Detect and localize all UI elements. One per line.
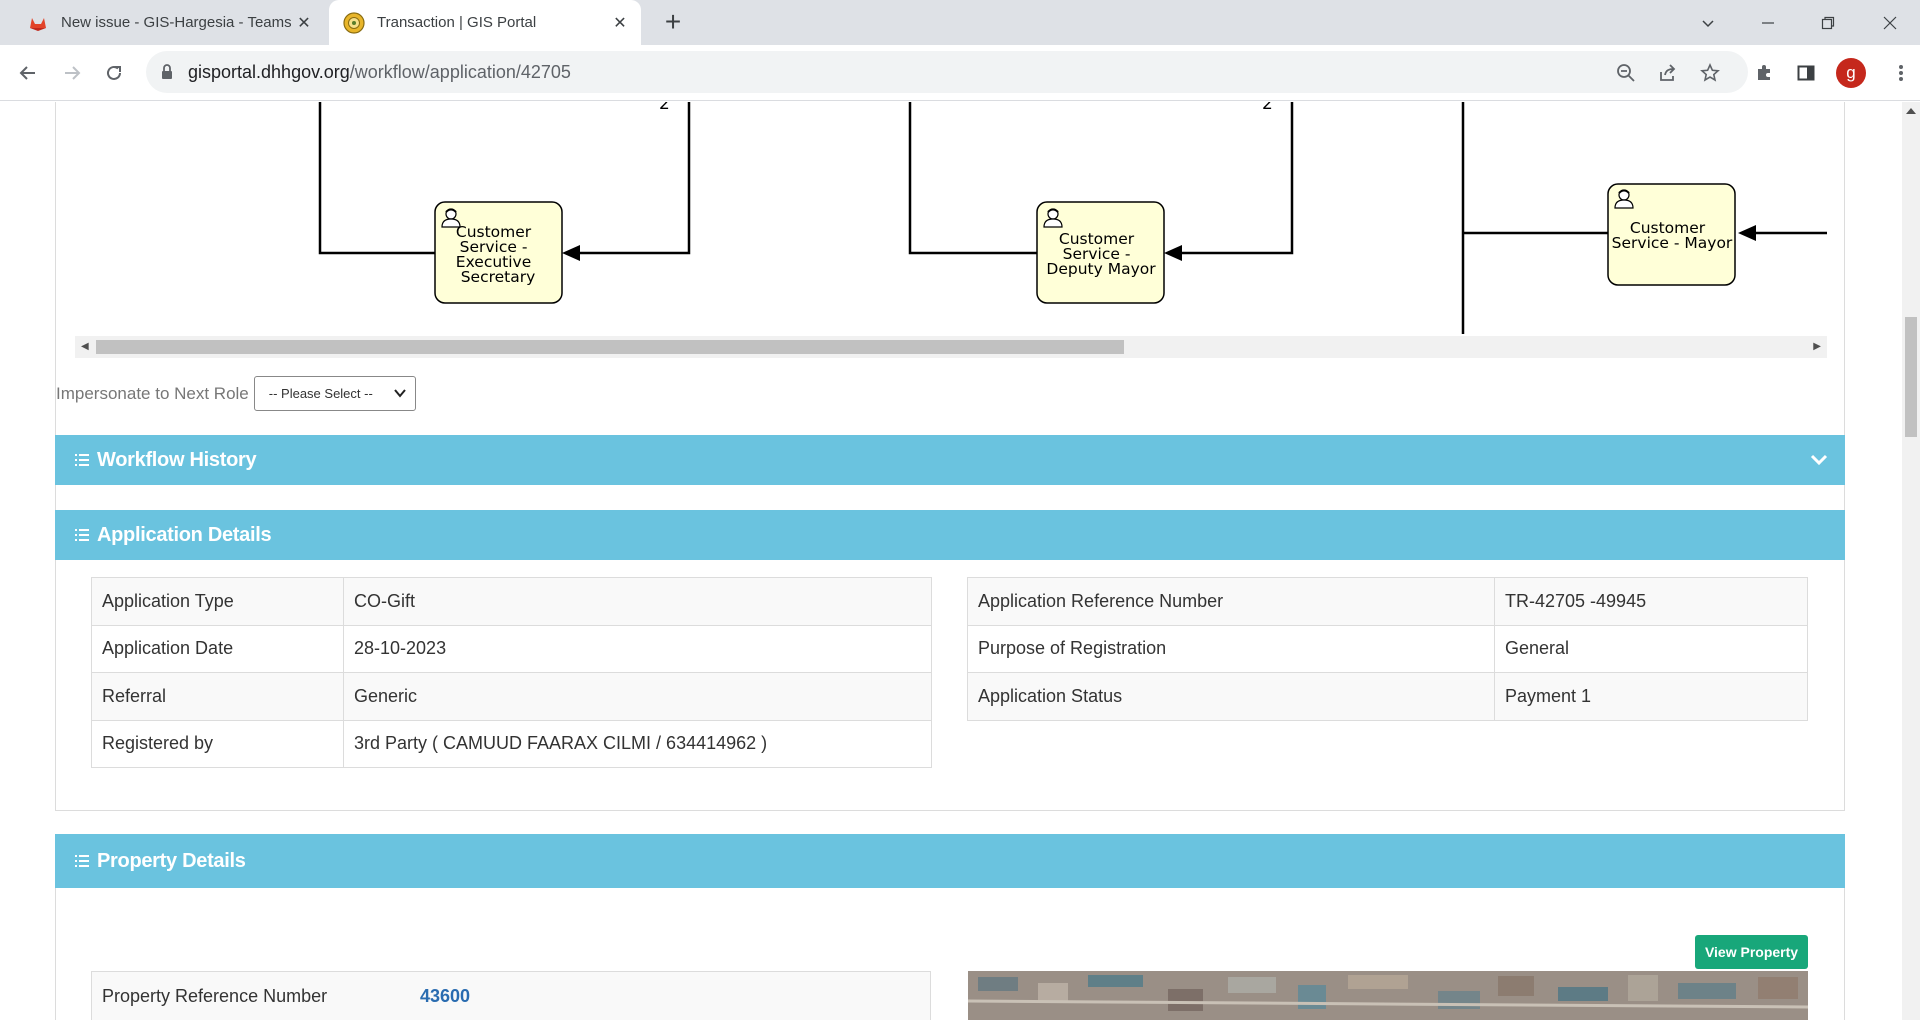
lock-icon xyxy=(162,64,172,79)
tab-gis-portal[interactable]: Transaction | GIS Portal ✕ xyxy=(329,0,641,45)
edge-arrow xyxy=(562,245,580,261)
field-value: 28-10-2023 xyxy=(343,624,932,673)
impersonate-row: Impersonate to Next Role -- Please Selec… xyxy=(56,376,416,411)
aerial-image xyxy=(968,971,1808,1020)
browser-toolbar: gisportal.dhhgov.org/workflow/applicatio… xyxy=(0,45,1920,101)
list-icon xyxy=(75,454,89,466)
back-icon[interactable] xyxy=(14,59,42,87)
svg-text:Customer Service -: Customer Service - Executive Secretary xyxy=(456,223,536,286)
field-value: 3rd Party ( CAMUUD FAARAX CILMI / 634414… xyxy=(343,719,932,768)
task-node-executive-secretary[interactable]: Customer Service - Executive Secretary xyxy=(434,201,563,304)
scrollbar-thumb[interactable] xyxy=(96,340,1124,354)
reload-icon[interactable] xyxy=(100,59,128,87)
field-label: Registered by xyxy=(91,719,344,768)
tab-title: Transaction | GIS Portal xyxy=(377,14,537,31)
table-row: Application Status Payment 1 xyxy=(967,672,1808,721)
section-title: Workflow History xyxy=(97,448,257,471)
field-value: General xyxy=(1494,624,1808,673)
forward-icon[interactable] xyxy=(58,59,86,87)
chevron-down-icon[interactable] xyxy=(1809,449,1829,469)
next-role-select[interactable]: -- Please Select -- xyxy=(253,376,416,411)
workflow-diagram: 2 2 Customer Service - Executive Secreta… xyxy=(75,102,1827,334)
close-tab-icon[interactable]: ✕ xyxy=(607,10,633,36)
page-vertical-scrollbar[interactable] xyxy=(1902,102,1920,1020)
profile-avatar[interactable]: g xyxy=(1836,58,1866,88)
address-bar[interactable]: gisportal.dhhgov.org/workflow/applicatio… xyxy=(146,51,1748,93)
edge-line xyxy=(318,102,435,255)
field-label: Purpose of Registration xyxy=(967,624,1495,673)
workflow-history-header[interactable]: Workflow History xyxy=(55,435,1845,485)
workflow-diagram-svg: 2 2 Customer Service - Executive Secreta… xyxy=(318,102,1827,334)
share-icon[interactable] xyxy=(1656,61,1680,85)
new-tab-button[interactable]: + xyxy=(658,8,688,38)
restore-icon[interactable] xyxy=(1798,0,1858,45)
diagram-horizontal-scrollbar[interactable]: ◀ ▶ xyxy=(75,336,1827,358)
task-node-mayor[interactable]: Customer Service - Mayor xyxy=(1607,183,1736,286)
chevron-down-icon xyxy=(393,389,406,398)
url-text: gisportal.dhhgov.org/workflow/applicatio… xyxy=(188,62,571,82)
tab-search-icon[interactable] xyxy=(1678,0,1738,45)
bookmark-star-icon[interactable] xyxy=(1698,61,1722,85)
scroll-left-icon[interactable]: ◀ xyxy=(81,341,89,352)
close-window-icon[interactable] xyxy=(1860,0,1920,45)
scrollbar-thumb[interactable] xyxy=(1905,317,1917,437)
edge-arrow xyxy=(1738,225,1756,241)
list-icon xyxy=(75,529,89,541)
minimize-icon[interactable] xyxy=(1738,0,1798,45)
field-label: Referral xyxy=(91,672,344,721)
field-value: Generic xyxy=(343,672,932,721)
field-value: Payment 1 xyxy=(1494,672,1808,721)
menu-kebab-icon[interactable] xyxy=(1886,59,1916,87)
field-value: CO-Gift xyxy=(343,577,932,626)
application-details-right-table: Application Reference Number TR-42705 -4… xyxy=(967,577,1808,721)
section-title: Property Details xyxy=(97,849,246,872)
side-panel-icon[interactable] xyxy=(1792,59,1820,87)
page-content: 2 2 Customer Service - Executive Secreta… xyxy=(0,102,1920,1020)
scroll-up-icon[interactable] xyxy=(1906,106,1916,114)
scroll-right-icon[interactable]: ▶ xyxy=(1813,341,1821,352)
task-node-deputy-mayor[interactable]: Customer Service - Deputy Mayor xyxy=(1036,201,1165,304)
tab-strip: New issue - GIS-Hargesia - Teams F ✕ Tra… xyxy=(0,0,1920,45)
field-label: Application Type xyxy=(91,577,344,626)
field-value: TR-42705 -49945 xyxy=(1494,577,1808,626)
table-row: Application Date 28-10-2023 xyxy=(91,624,932,673)
edge-arrow xyxy=(1164,245,1182,261)
property-details-header[interactable]: Property Details xyxy=(55,834,1845,888)
section-title: Application Details xyxy=(97,523,272,546)
extensions-icon[interactable] xyxy=(1750,59,1778,87)
table-row: Property Reference Number 43600 xyxy=(91,971,931,1020)
edge-label: 2 xyxy=(659,102,670,114)
application-details-header[interactable]: Application Details xyxy=(55,510,1845,560)
next-role-selected: -- Please Select -- xyxy=(268,386,373,401)
tab-gitlab[interactable]: New issue - GIS-Hargesia - Teams F ✕ xyxy=(15,0,325,45)
edge-line xyxy=(908,102,1039,255)
field-label: Application Status xyxy=(967,672,1495,721)
property-aerial-map[interactable] xyxy=(968,971,1808,1020)
edge-label: 2 xyxy=(1262,102,1273,114)
table-row: Application Reference Number TR-42705 -4… xyxy=(967,577,1808,626)
tab-title: New issue - GIS-Hargesia - Teams F xyxy=(61,14,291,31)
portal-logo-icon xyxy=(343,11,365,34)
impersonate-label: Impersonate to Next Role xyxy=(56,383,249,403)
table-row: Registered by 3rd Party ( CAMUUD FAARAX … xyxy=(91,719,932,768)
gitlab-icon xyxy=(30,17,46,31)
edge-line xyxy=(1169,102,1294,255)
view-property-button[interactable]: View Property xyxy=(1695,935,1808,969)
table-row: Application Type CO-Gift xyxy=(91,577,932,626)
property-reference-link[interactable]: 43600 xyxy=(420,986,470,1007)
edge-line xyxy=(567,102,691,255)
zoom-icon[interactable] xyxy=(1614,61,1638,85)
application-details-left-table: Application Type CO-Gift Application Dat… xyxy=(91,577,932,768)
close-tab-icon[interactable]: ✕ xyxy=(291,10,317,36)
field-label: Application Date xyxy=(91,624,344,673)
field-label: Property Reference Number xyxy=(102,985,328,1006)
field-label: Application Reference Number xyxy=(967,577,1495,626)
table-row: Referral Generic xyxy=(91,672,932,721)
list-icon xyxy=(75,855,89,867)
table-row: Purpose of Registration General xyxy=(967,624,1808,673)
